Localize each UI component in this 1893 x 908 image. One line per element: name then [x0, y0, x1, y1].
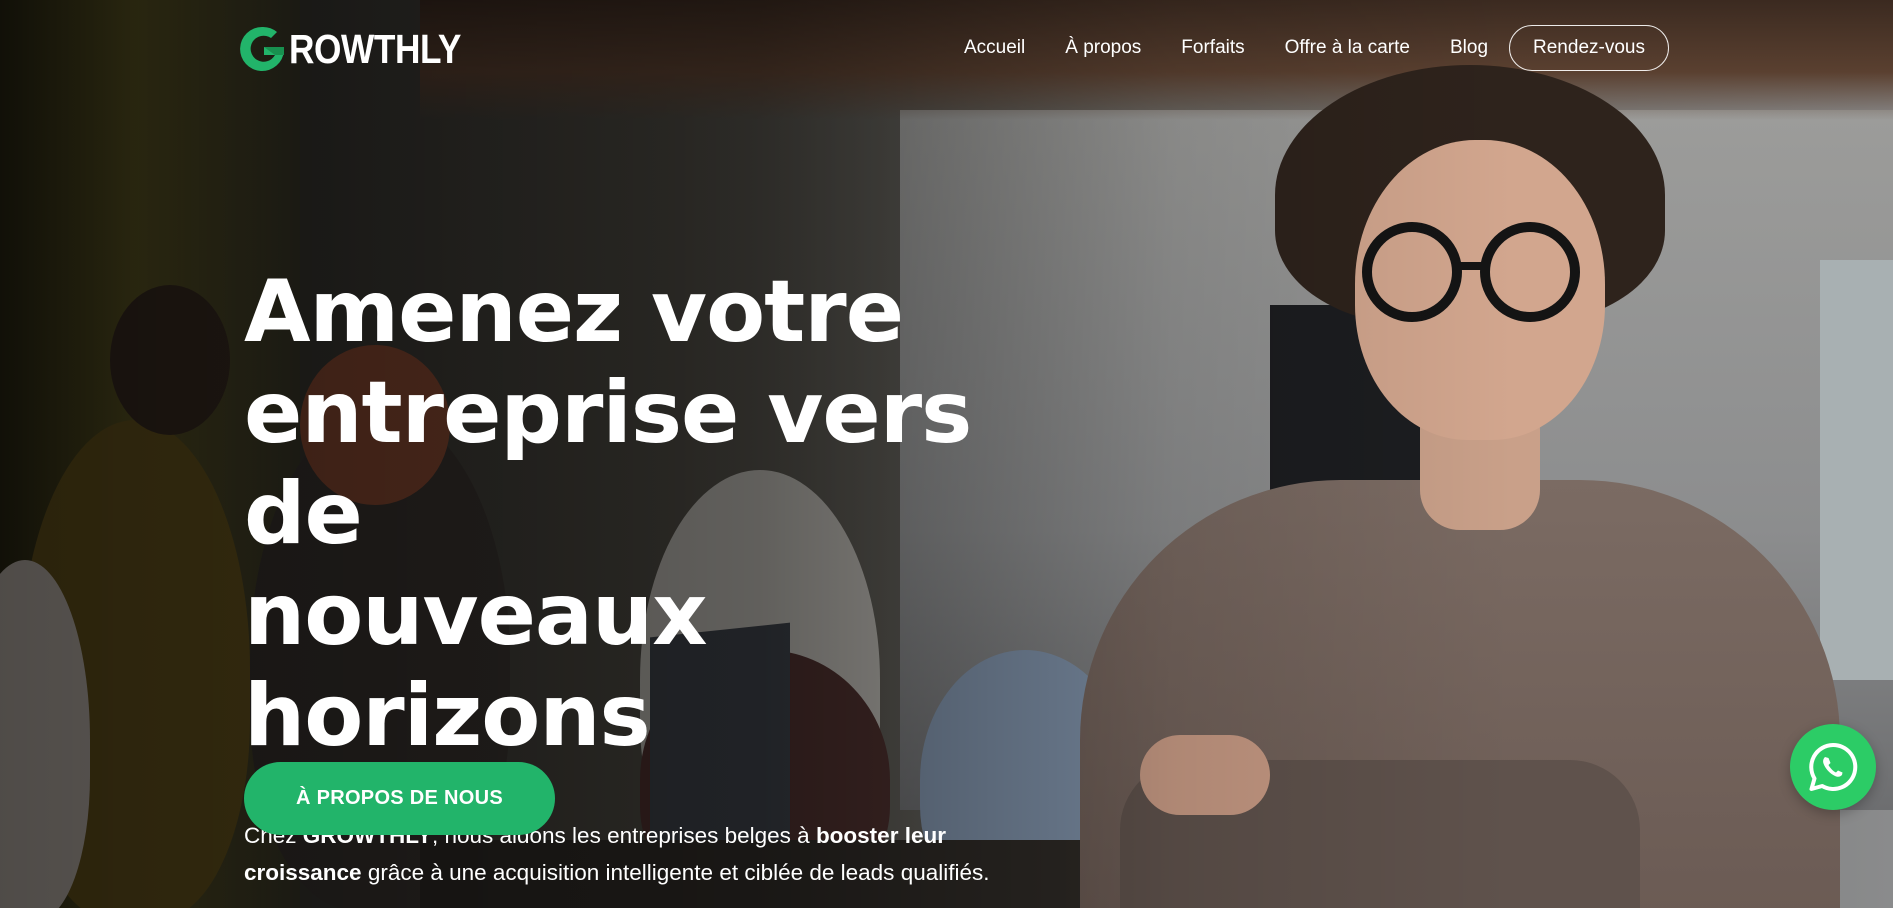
whatsapp-icon [1809, 742, 1858, 791]
nav-item-forfaits[interactable]: Forfaits [1181, 37, 1244, 59]
hero-title-line: entreprise vers de [244, 363, 972, 564]
growthly-logo-icon [240, 26, 284, 71]
hero-title: Amenez votre entreprise vers de nouveaux… [244, 262, 1084, 767]
hero-title-line: Amenez votre [244, 262, 904, 362]
nav-item-blog[interactable]: Blog [1450, 37, 1488, 59]
hero-title-line: nouveaux horizons [244, 565, 708, 766]
lead-text: grâce à une acquisition intelligente et … [361, 860, 990, 885]
brand-logo[interactable]: ROWTHLY [237, 22, 489, 76]
brand-name: ROWTHLY [289, 25, 461, 72]
about-us-button[interactable]: À PROPOS DE NOUS [244, 762, 555, 835]
whatsapp-button[interactable] [1790, 724, 1876, 810]
hero-section: ROWTHLY Accueil À propos Forfaits Offre … [0, 0, 1893, 908]
nav-item-accueil[interactable]: Accueil [964, 37, 1025, 59]
main-navigation: Accueil À propos Forfaits Offre à la car… [964, 24, 1669, 72]
nav-item-offre-a-la-carte[interactable]: Offre à la carte [1285, 37, 1410, 59]
nav-item-a-propos[interactable]: À propos [1065, 37, 1141, 59]
site-header: ROWTHLY Accueil À propos Forfaits Offre … [0, 0, 1893, 100]
rendez-vous-button[interactable]: Rendez-vous [1509, 25, 1669, 71]
